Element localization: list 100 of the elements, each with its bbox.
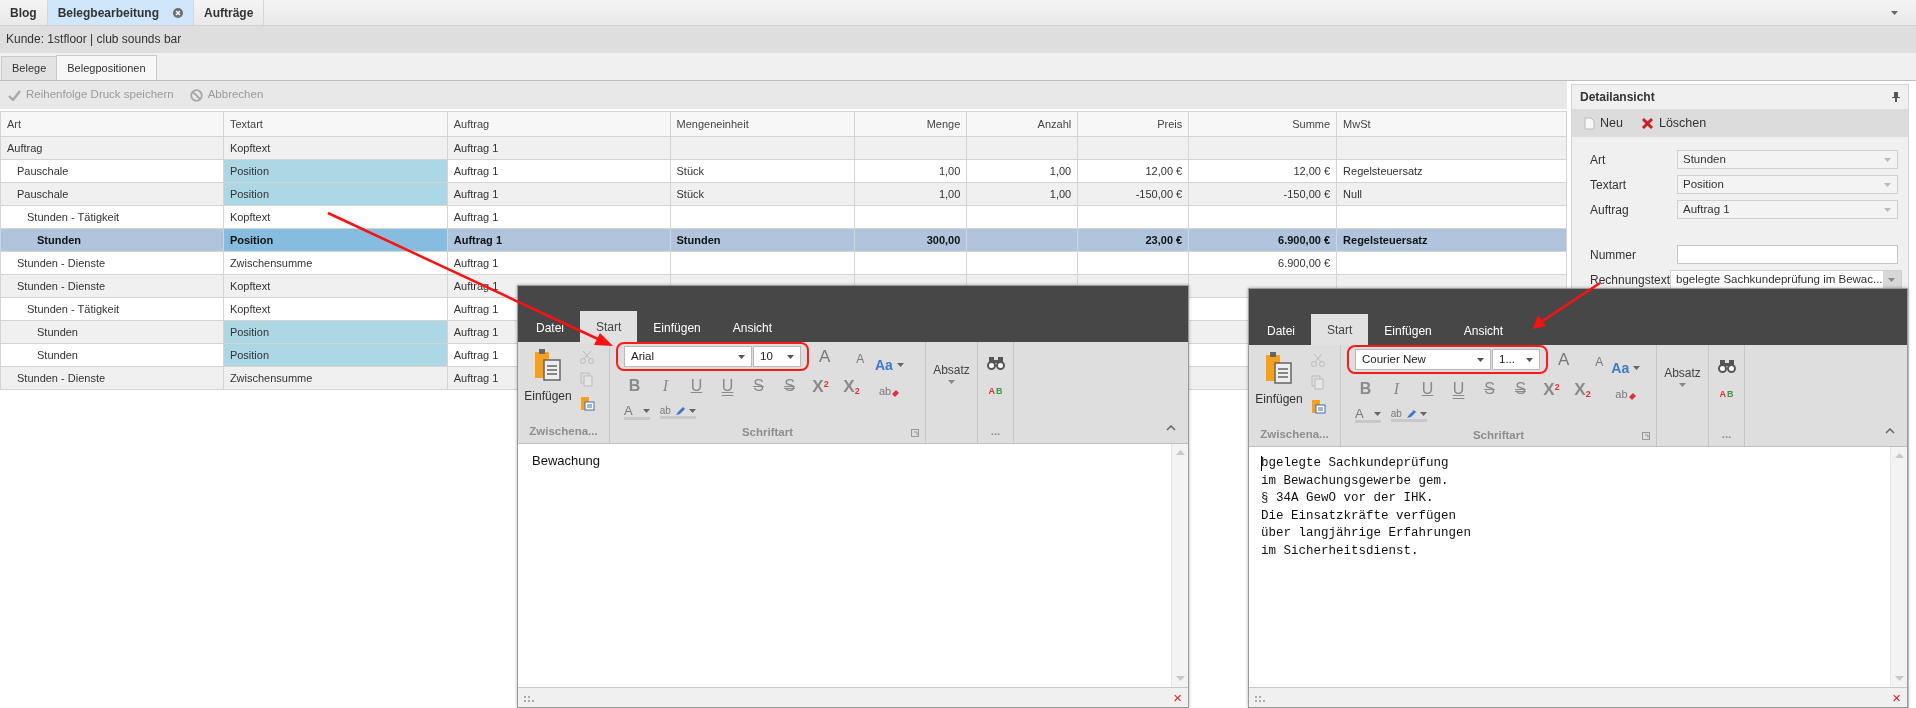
column-header[interactable]: Art [0,111,224,137]
field-label: Nummer [1590,246,1637,264]
caret-icon [1477,357,1484,362]
ribbon-tab[interactable]: Datei [520,313,580,342]
caret-icon [1373,411,1381,416]
table-cell: 1,00 [1049,187,1072,200]
pin-icon[interactable] [1892,92,1900,102]
table-cell: Zwischensumme [229,256,313,269]
grip-icon [1255,693,1265,702]
paste-button[interactable]: Einfügen [1255,351,1303,426]
text-editor[interactable]: bgelegte Sachkundeprüfung im Bewachungsgewerbe gem. § 34A GewO vor der IHK. Die Einsatzkräfte verfügen über langjährige Erfahrungen im Sicherheitsdienst. [1249,447,1889,560]
tab[interactable]: Belegpositionen [56,55,157,80]
table-cell: 6.900,00 € [1278,233,1331,246]
column-header[interactable]: Anzahl [966,111,1078,137]
close-button[interactable]: × [1173,690,1182,705]
binoculars-icon[interactable] [1717,359,1736,373]
table-cell: 1,00 [938,187,961,200]
caret-icon [1888,277,1896,282]
table-cell: 12,00 € [1293,164,1331,177]
collapse-icon[interactable] [1166,425,1176,431]
table-cell: Pauschale [17,164,69,177]
ribbon-tab[interactable]: Datei [1251,316,1311,345]
binoculars-icon[interactable] [986,356,1005,370]
document-tab[interactable]: Belegbearbeitung [47,0,195,25]
font-combo[interactable]: Courier New [1355,349,1491,370]
column-header[interactable]: Summe [1188,111,1337,137]
ribbon-tab[interactable]: Start [580,311,638,342]
paste-button[interactable]: Einfügen [524,348,572,423]
ribbon-tab[interactable]: Einfügen [1368,316,1448,345]
table-cell: Auftrag 1 [453,371,499,384]
table-cell: Auftrag 1 [453,348,499,361]
table-cell: Kopftext [229,279,271,292]
eraser-icon [891,389,901,397]
column-header[interactable]: Preis [1077,111,1189,137]
ribbon-tab[interactable]: Einfügen [637,313,717,342]
column-header[interactable]: Mengeneinheit [670,111,855,137]
group-label: Zwischena... [1260,428,1329,440]
document-tab[interactable]: Aufträge [194,0,265,25]
table-cell: Stunden - Tätigkeit [27,210,120,223]
table-cell: Stunden [37,348,78,361]
table-cell: Position [229,325,269,338]
group-label: Schriftart [1472,428,1525,444]
group-label: Schriftart [741,425,794,441]
font-size-combo[interactable]: 10 [753,346,801,367]
caret-icon [1884,157,1891,162]
eraser-icon [1627,392,1637,400]
combo-box[interactable]: Auftrag 1 [1677,200,1898,219]
caret-icon [688,408,696,413]
combo-box[interactable]: Stunden [1677,150,1898,169]
pen-icon [674,405,685,416]
input-field[interactable] [1677,245,1898,264]
panel-button[interactable]: Löschen [1640,113,1707,133]
text-editor[interactable]: Bewachung [518,444,1170,470]
combo-box[interactable]: Position [1677,175,1898,194]
paragraph-button[interactable]: Absatz [1664,367,1701,397]
ribbon-tab[interactable]: Ansicht [1447,316,1520,345]
font-size-combo[interactable]: 1... [1492,349,1540,370]
column-header[interactable]: Textart [223,111,448,137]
field-label: Rechnungstext [1590,271,1671,289]
table-cell: 23,00 € [1145,233,1183,246]
pen-icon [1405,408,1416,419]
tab[interactable]: Belege [1,56,58,80]
group-label: Zwischena... [529,425,598,437]
table-cell: 12,00 € [1145,164,1183,177]
table-cell: 1,00 [938,164,961,177]
table-cell: Position [229,164,269,177]
document-tab[interactable]: Blog [0,0,48,25]
scroll-up-icon [1894,453,1904,458]
panel-button[interactable]: Neu [1584,113,1623,133]
text-cursor [1261,456,1262,471]
column-header[interactable]: Auftrag [447,111,671,137]
paste-special-icon [580,395,595,411]
table-cell: Zwischensumme [229,371,313,384]
table-cell: Auftrag 1 [453,302,499,315]
copy-icon [580,372,593,387]
caret-icon [1526,357,1533,362]
dropdown-icon[interactable] [1891,10,1898,15]
collapse-icon[interactable] [1885,428,1895,434]
table-cell: Auftrag 1 [453,325,499,338]
scissors-icon [580,350,594,364]
ribbon-tab[interactable]: Start [1311,314,1369,345]
check-icon [8,89,21,101]
table-cell: Stunden [37,325,78,338]
table-cell: -150,00 € [1283,187,1331,200]
table-cell: Null [1343,187,1363,200]
paragraph-button[interactable]: Absatz [933,364,970,394]
column-header[interactable]: MwSt [1336,111,1567,137]
font-combo[interactable]: Arial [624,346,752,367]
close-button[interactable]: × [1892,690,1901,705]
column-header[interactable]: Menge [854,111,967,137]
clipboard-icon [534,348,562,382]
ribbon-tab[interactable]: Ansicht [716,313,789,342]
caret-icon [1884,182,1891,187]
caret-icon [1633,366,1641,370]
scroll-up-icon [1175,450,1185,455]
table-cell: Auftrag 1 [453,256,499,269]
table-cell: Auftrag [7,141,43,154]
scroll-down-icon [1894,676,1904,681]
field-label: Art [1590,151,1607,169]
table-cell: Auftrag 1 [453,141,499,154]
